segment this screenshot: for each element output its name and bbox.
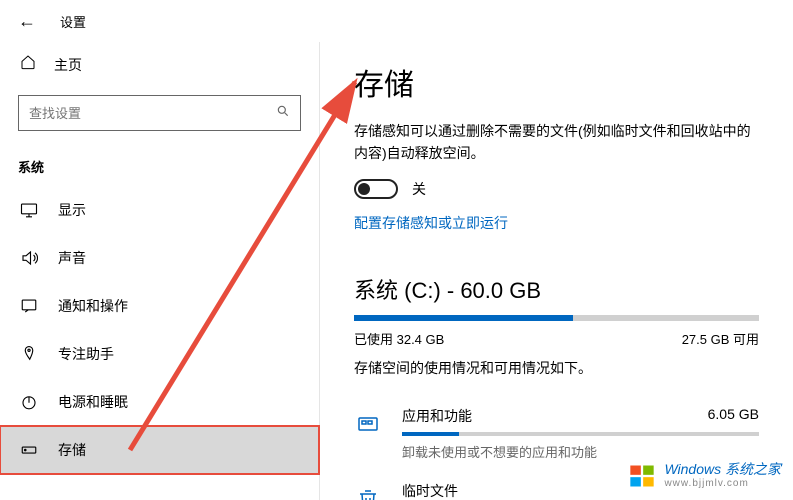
apps-icon bbox=[354, 410, 382, 438]
sidebar-item-label: 专注助手 bbox=[58, 344, 114, 364]
sidebar-item-label: 通知和操作 bbox=[58, 296, 128, 316]
drive-usage-bar bbox=[354, 315, 759, 321]
sidebar-item-notifications[interactable]: 通知和操作 bbox=[0, 282, 319, 330]
drive-usage-fill bbox=[354, 315, 573, 321]
watermark-url: www.bjjmlv.com bbox=[664, 478, 781, 490]
page-title: 存储 bbox=[354, 60, 759, 104]
category-apps[interactable]: 应用和功能 6.05 GB 卸载未使用或不想要的应用和功能 bbox=[354, 396, 759, 471]
app-title: 设置 bbox=[60, 12, 86, 31]
sidebar-item-power[interactable]: 电源和睡眠 bbox=[0, 378, 319, 426]
used-label: 已使用 32.4 GB bbox=[354, 329, 444, 348]
category-size: 6.05 GB bbox=[708, 406, 759, 426]
focus-icon bbox=[20, 345, 38, 363]
drive-title: 系统 (C:) - 60.0 GB bbox=[354, 273, 759, 305]
watermark: Windows 系统之家 www.bjjmlv.com bbox=[628, 461, 781, 490]
storage-sense-toggle[interactable] bbox=[354, 179, 398, 199]
configure-link[interactable]: 配置存储感知或立即运行 bbox=[354, 213, 508, 233]
available-label: 27.5 GB 可用 bbox=[682, 329, 759, 348]
sidebar-item-label: 电源和睡眠 bbox=[58, 392, 128, 412]
category-subtitle: 卸载未使用或不想要的应用和功能 bbox=[402, 442, 759, 461]
sidebar-item-storage[interactable]: 存储 bbox=[0, 426, 319, 474]
home-link[interactable]: 主页 bbox=[0, 42, 319, 87]
category-name: 应用和功能 bbox=[402, 406, 472, 426]
notifications-icon bbox=[20, 297, 38, 315]
home-icon bbox=[20, 54, 36, 75]
sound-icon bbox=[20, 249, 38, 267]
windows-logo-icon bbox=[628, 462, 656, 490]
home-label: 主页 bbox=[54, 55, 82, 75]
category-bar bbox=[402, 432, 759, 436]
sidebar-item-display[interactable]: 显示 bbox=[0, 186, 319, 234]
toggle-state-label: 关 bbox=[412, 179, 426, 199]
power-icon bbox=[20, 393, 38, 411]
back-button[interactable]: ← bbox=[18, 11, 36, 32]
search-input[interactable] bbox=[29, 106, 249, 121]
category-name: 临时文件 bbox=[402, 481, 458, 500]
storage-icon bbox=[20, 441, 38, 459]
display-icon bbox=[20, 201, 38, 219]
main-content: 存储 存储感知可以通过删除不需要的文件(例如临时文件和回收站中的内容)自动释放空… bbox=[320, 42, 793, 500]
sidebar-item-focus[interactable]: 专注助手 bbox=[0, 330, 319, 378]
sidebar-item-label: 显示 bbox=[58, 200, 86, 220]
trash-icon bbox=[354, 485, 382, 500]
sidebar-item-label: 声音 bbox=[58, 248, 86, 268]
group-label: 系统 bbox=[0, 139, 319, 186]
watermark-title: Windows 系统之家 bbox=[664, 461, 781, 478]
sidebar: 主页 系统 显示 声音 通知和操作 专注助手 bbox=[0, 42, 320, 500]
search-icon bbox=[276, 104, 290, 123]
storage-sense-description: 存储感知可以通过删除不需要的文件(例如临时文件和回收站中的内容)自动释放空间。 bbox=[354, 120, 759, 165]
search-box[interactable] bbox=[18, 95, 301, 131]
sidebar-item-label: 存储 bbox=[58, 440, 86, 460]
sidebar-item-sound[interactable]: 声音 bbox=[0, 234, 319, 282]
usage-description: 存储空间的使用情况和可用情况如下。 bbox=[354, 358, 759, 378]
